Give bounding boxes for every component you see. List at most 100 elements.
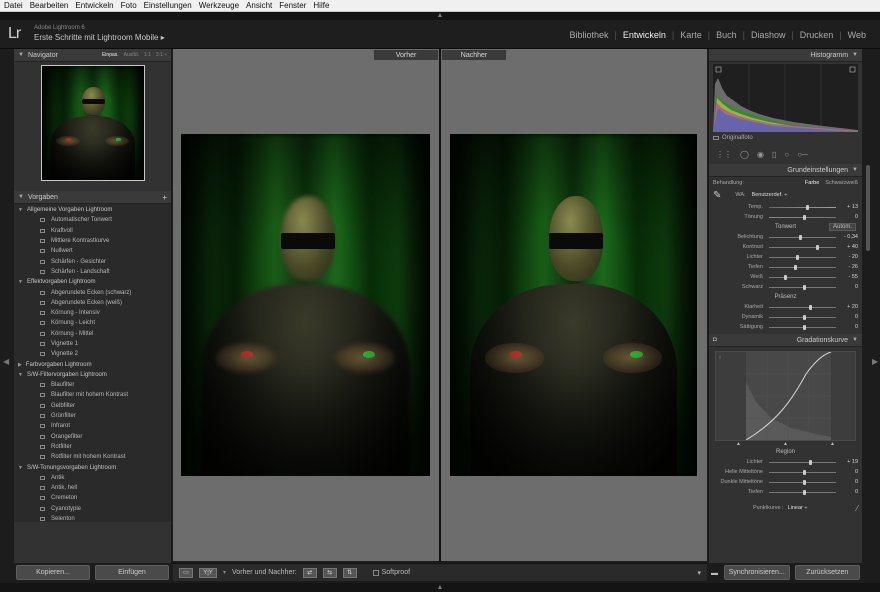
slider-knob[interactable]	[805, 204, 809, 210]
slider-track[interactable]	[769, 274, 836, 280]
folder-open-icon[interactable]: ▼	[18, 372, 23, 378]
collapse-left-icon[interactable]: ◀	[3, 357, 9, 366]
graduated-filter-icon[interactable]: ▯	[772, 150, 776, 159]
reset-button[interactable]: Zurücksetzen	[794, 565, 860, 580]
treatment-bw-option[interactable]: Schwarzweiß	[825, 180, 858, 186]
module-bibliothek[interactable]: Bibliothek	[563, 30, 614, 40]
slider-value[interactable]: 0	[840, 314, 858, 320]
folder-open-icon[interactable]: ▼	[18, 279, 23, 285]
slider-value[interactable]: + 19	[840, 459, 858, 465]
navigator-header[interactable]: ▼ Navigator Einpas. Ausfül. 1:1 3:1 ÷	[14, 49, 171, 62]
preset-item[interactable]: Blaufilter mit hohem Kontrast	[14, 390, 171, 400]
preset-item[interactable]: Gelbfilter	[14, 401, 171, 411]
basic-header[interactable]: Grundeinstellungen ▼	[709, 164, 862, 177]
folder-open-icon[interactable]: ▼	[18, 465, 23, 471]
slider-value[interactable]: + 13	[840, 204, 858, 210]
radial-filter-icon[interactable]: ○	[784, 150, 789, 159]
preset-item[interactable]: Cremeton	[14, 493, 171, 503]
zoom-option[interactable]: Einpas.	[102, 52, 119, 58]
collapse-right-icon[interactable]: ▶	[872, 357, 878, 366]
slider-knob[interactable]	[795, 254, 799, 260]
module-web[interactable]: Web	[842, 30, 872, 40]
slider-knob[interactable]	[809, 304, 813, 310]
slider-track[interactable]	[769, 324, 836, 330]
slider-track[interactable]	[769, 479, 836, 485]
treatment-color-option[interactable]: Farbe	[805, 180, 819, 186]
preset-item[interactable]: Automatischer Tonwert	[14, 215, 171, 225]
folder-open-icon[interactable]: ▼	[18, 207, 23, 213]
slider-value[interactable]: - 55	[840, 274, 858, 280]
slider-knob[interactable]	[783, 274, 787, 280]
slider-value[interactable]: - 0,34	[840, 234, 858, 240]
histogram-graph[interactable]	[713, 64, 858, 132]
top-panel-toggle[interactable]: ▲	[0, 12, 880, 20]
preset-item[interactable]: Selenton	[14, 514, 171, 522]
preset-folder[interactable]: ▼ Effektvorgaben Lightroom	[14, 277, 171, 287]
module-karte[interactable]: Karte	[674, 30, 708, 40]
slider-value[interactable]: + 40	[840, 244, 858, 250]
sync-button[interactable]: Synchronisieren...	[724, 565, 790, 580]
presets-header[interactable]: ▼ Vorgaben +	[14, 191, 171, 204]
preset-item[interactable]: Cyanotypie	[14, 504, 171, 514]
menu-item[interactable]: Ansicht	[246, 1, 272, 10]
collapse-triangle-icon[interactable]: ▼	[852, 52, 858, 58]
slider-value[interactable]: 0	[840, 489, 858, 495]
loupe-view-icon[interactable]: ▭	[179, 567, 193, 578]
toolbar-menu-icon[interactable]: ▾	[697, 569, 701, 577]
wb-dropdown[interactable]: Benutzerdef. ÷	[752, 192, 788, 198]
menu-item[interactable]: Hilfe	[313, 1, 329, 10]
collapse-triangle-icon[interactable]: ▼	[852, 337, 858, 343]
preset-item[interactable]: Vignette 1	[14, 339, 171, 349]
copy-after-to-before-icon[interactable]: ⇆	[322, 567, 337, 578]
module-buch[interactable]: Buch	[710, 30, 743, 40]
left-panel-edge[interactable]: ◀	[0, 49, 12, 563]
collapse-triangle-icon[interactable]: ▼	[18, 52, 24, 58]
right-panel-edge[interactable]: ▶	[864, 49, 880, 563]
slider-knob[interactable]	[802, 469, 806, 475]
curve-target-icon[interactable]: ◘	[713, 337, 717, 343]
slider-knob[interactable]	[802, 314, 806, 320]
slider-knob[interactable]	[802, 479, 806, 485]
before-photo[interactable]	[181, 134, 430, 476]
preset-item[interactable]: Grünfilter	[14, 411, 171, 421]
curve-edit-icon[interactable]: ⁄	[857, 504, 858, 513]
preset-folder[interactable]: ▶ Farbvorgaben Lightroom	[14, 359, 171, 369]
adjustment-brush-icon[interactable]: ○─	[797, 150, 808, 159]
preset-item[interactable]: Körnung - Mittel	[14, 329, 171, 339]
preset-item[interactable]: Antik, hell	[14, 483, 171, 493]
slider-knob[interactable]	[802, 214, 806, 220]
slider-track[interactable]	[769, 244, 836, 250]
slider-track[interactable]	[769, 314, 836, 320]
slider-knob[interactable]	[809, 459, 813, 465]
menu-item[interactable]: Datei	[4, 1, 23, 10]
bottom-panel-toggle[interactable]: ▲	[0, 583, 880, 592]
module-diashow[interactable]: Diashow	[745, 30, 792, 40]
slider-track[interactable]	[769, 204, 836, 210]
module-entwickeln[interactable]: Entwickeln	[617, 30, 672, 40]
zoom-option[interactable]: 1:1	[144, 52, 151, 58]
catalog-name[interactable]: Erste Schritte mit Lightroom Mobile ▸	[34, 33, 165, 42]
preset-item[interactable]: Abgerundete Ecken (weiß)	[14, 298, 171, 308]
slider-knob[interactable]	[799, 234, 803, 240]
preset-item[interactable]: Rotfilter mit hohem Kontrast	[14, 452, 171, 462]
slider-knob[interactable]	[802, 489, 806, 495]
preset-item[interactable]: Schärfen - Gesichter	[14, 256, 171, 266]
slider-value[interactable]: 0	[840, 479, 858, 485]
preset-item[interactable]: Mittlere Kontrastkurve	[14, 236, 171, 246]
preset-item[interactable]: Orangefilter	[14, 432, 171, 442]
slider-value[interactable]: 0	[840, 214, 858, 220]
paste-settings-button[interactable]: Einfügen	[95, 565, 169, 580]
slider-value[interactable]: 0	[840, 469, 858, 475]
menu-item[interactable]: Foto	[121, 1, 137, 10]
zoom-option[interactable]: 3:1 ÷	[156, 52, 167, 58]
slider-value[interactable]: 0	[840, 284, 858, 290]
preset-item[interactable]: Infrarot	[14, 421, 171, 431]
collapse-triangle-icon[interactable]: ▼	[18, 194, 24, 200]
tone-curve-header[interactable]: ◘ Gradationskurve ▼	[709, 334, 862, 347]
menu-item[interactable]: Werkzeuge	[199, 1, 239, 10]
folder-closed-icon[interactable]: ▶	[18, 362, 22, 368]
preset-folder[interactable]: ▼ S/W-Filtervorgaben Lightroom	[14, 370, 171, 380]
view-menu-arrow-icon[interactable]: ▾	[223, 569, 226, 576]
slider-value[interactable]: - 20	[840, 254, 858, 260]
slider-track[interactable]	[769, 214, 836, 220]
